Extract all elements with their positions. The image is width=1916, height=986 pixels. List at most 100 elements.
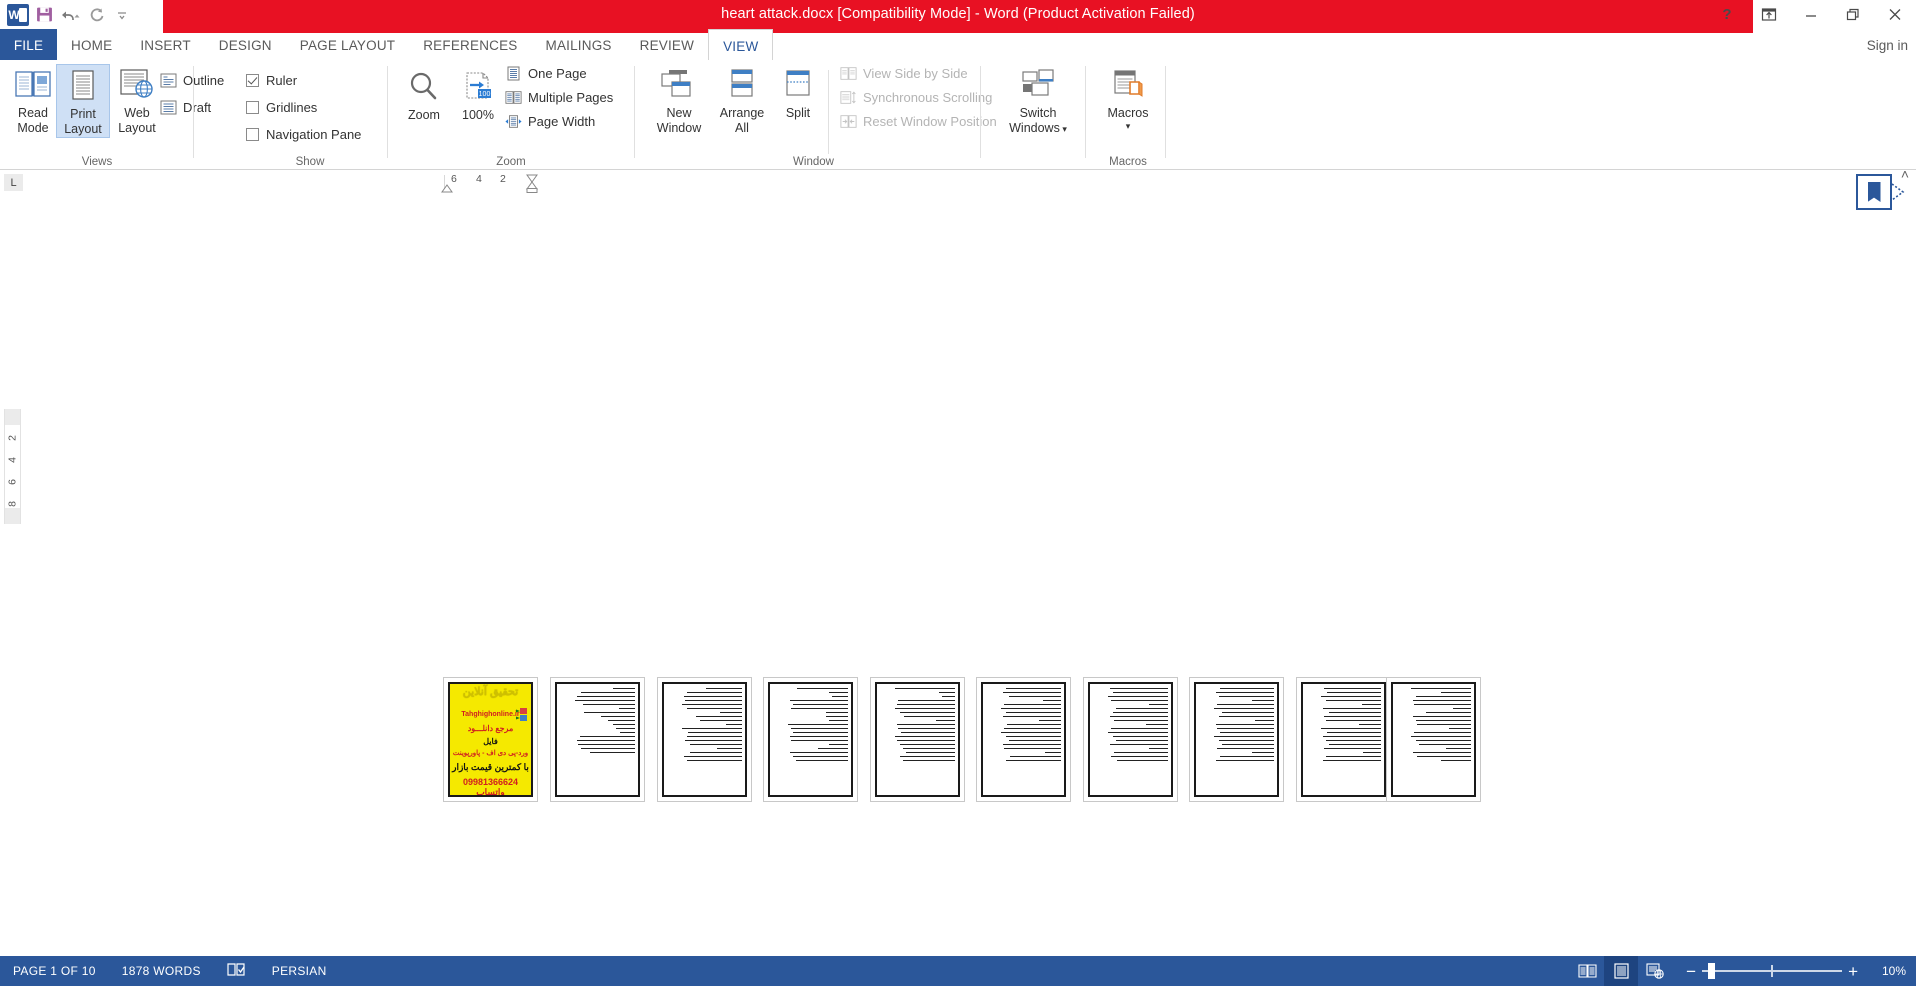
print-layout-label-2: Layout [64,122,102,136]
minimize-button[interactable] [1790,0,1832,29]
page-thumbnail-4[interactable] [763,677,858,802]
text-line [1426,712,1471,713]
text-line [700,720,742,721]
close-button[interactable] [1874,0,1916,29]
tab-home[interactable]: HOME [57,29,126,60]
ad-line-5: ورد-پی دی اف - پاورپوینت [452,750,529,757]
ribbon-display-options-button[interactable] [1748,0,1790,29]
text-line [895,688,955,689]
text-line [685,740,742,741]
page-thumbnail-9[interactable] [1296,677,1391,802]
tab-references[interactable]: REFERENCES [409,29,531,60]
tab-insert[interactable]: INSERT [126,29,204,60]
switch-windows-button[interactable]: Switch Windows ▾ [996,64,1080,137]
switch-windows-icon [996,64,1080,106]
page-number-status[interactable]: PAGE 1 OF 10 [0,964,109,978]
page-thumbnail-7[interactable] [1083,677,1178,802]
text-line [689,744,742,745]
zoom-in-button[interactable]: + [1842,963,1864,980]
text-line [1415,720,1471,721]
zoom-slider[interactable]: − + [1680,956,1864,986]
text-line [1117,760,1168,761]
text-line [1417,756,1471,757]
group-separator [193,66,194,158]
window-group-label: Window [793,156,834,168]
language-status[interactable]: PERSIAN [259,964,340,978]
title-bar: W heart attack.docx [Compatibility Mode]… [0,0,1916,29]
web-layout-view-button[interactable] [1638,956,1672,986]
reset-window-position-button[interactable]: Reset Window Position [840,114,997,129]
text-line [899,756,955,757]
navigation-pane-checkbox[interactable]: Navigation Pane [246,127,361,142]
print-layout-view-button[interactable] [1604,956,1639,986]
tab-design[interactable]: DESIGN [205,29,286,60]
tab-file[interactable]: FILE [0,29,57,60]
ad-download-icons [516,708,527,721]
window-controls: ? [1706,0,1916,29]
text-line [575,700,635,701]
arrange-all-button[interactable]: Arrange All [712,64,772,136]
spell-check-icon[interactable] [214,962,259,980]
text-line [1218,696,1274,697]
page-thumbnail-6[interactable] [976,677,1071,802]
page-thumbnail-10[interactable] [1386,677,1481,802]
page-thumbnail-3[interactable] [657,677,752,802]
group-separator [634,66,635,158]
help-button[interactable]: ? [1706,0,1748,29]
read-mode-button[interactable]: Read Mode [6,64,60,136]
text-line [1321,696,1381,697]
word-count-status[interactable]: 1878 WORDS [109,964,214,978]
text-line [1411,688,1471,689]
gridlines-checkbox[interactable]: Gridlines [246,100,317,115]
split-button[interactable]: Split [774,64,822,121]
arrange-all-icon [712,64,772,106]
text-line [1254,720,1274,721]
text-line [1328,744,1381,745]
zoom-button[interactable]: Zoom [397,66,451,123]
text-line [791,708,848,709]
page-thumbnail-8[interactable] [1189,677,1284,802]
ruler-checkbox[interactable]: Ruler [246,73,297,88]
text-line [1220,756,1274,757]
zoom-out-button[interactable]: − [1680,963,1702,980]
text-line [1112,692,1168,693]
page-thumbnail-1[interactable]: تحقیق آنلاین Tahghighonline.ir مرجع دانل… [443,677,538,802]
macros-button[interactable]: Macros ▾ [1096,64,1160,131]
text-line [683,696,742,697]
page-thumbnail-5[interactable] [870,677,965,802]
one-page-button[interactable]: One Page [505,66,587,81]
read-mode-view-button[interactable] [1570,956,1604,986]
tab-mailings[interactable]: MAILINGS [532,29,626,60]
page-width-icon [505,115,522,128]
ad-line-7: 09981366624 واتساپ [462,777,519,795]
text-line [1215,724,1274,725]
ribbon-group-macros: Macros ▾ Macros [1090,60,1166,170]
multiple-pages-button[interactable]: Multiple Pages [505,90,613,105]
page-10-content [1391,682,1476,797]
synchronous-scrolling-button[interactable]: Synchronous Scrolling [840,90,992,105]
ribbon: Read Mode Print Layout Web Layout Outlin… [0,60,1916,170]
view-side-by-side-button[interactable]: View Side by Side [840,66,968,81]
print-layout-button[interactable]: Print Layout [56,64,110,138]
page-width-button[interactable]: Page Width [505,114,595,129]
restore-button[interactable] [1832,0,1874,29]
text-line [825,712,848,713]
new-window-button[interactable]: New Window [648,64,710,136]
text-line [792,704,848,705]
web-layout-button[interactable]: Web Layout [110,64,164,136]
zoom-100-button[interactable]: 100 100% [451,66,505,123]
page-thumbnail-2[interactable] [550,677,645,802]
draft-button[interactable]: Draft [160,100,211,115]
text-line [791,740,848,741]
zoom-slider-handle[interactable] [1708,963,1716,979]
tab-page-layout[interactable]: PAGE LAYOUT [286,29,409,60]
split-label: Split [785,106,811,120]
tab-review[interactable]: REVIEW [626,29,708,60]
zoom-level-label[interactable]: 10% [1872,964,1916,978]
zoom-slider-track[interactable] [1702,956,1843,986]
tab-view[interactable]: VIEW [708,29,774,60]
text-line [1327,692,1381,693]
text-line [789,700,848,701]
text-line [1109,716,1168,717]
sign-in-link[interactable]: Sign in [1867,29,1908,60]
